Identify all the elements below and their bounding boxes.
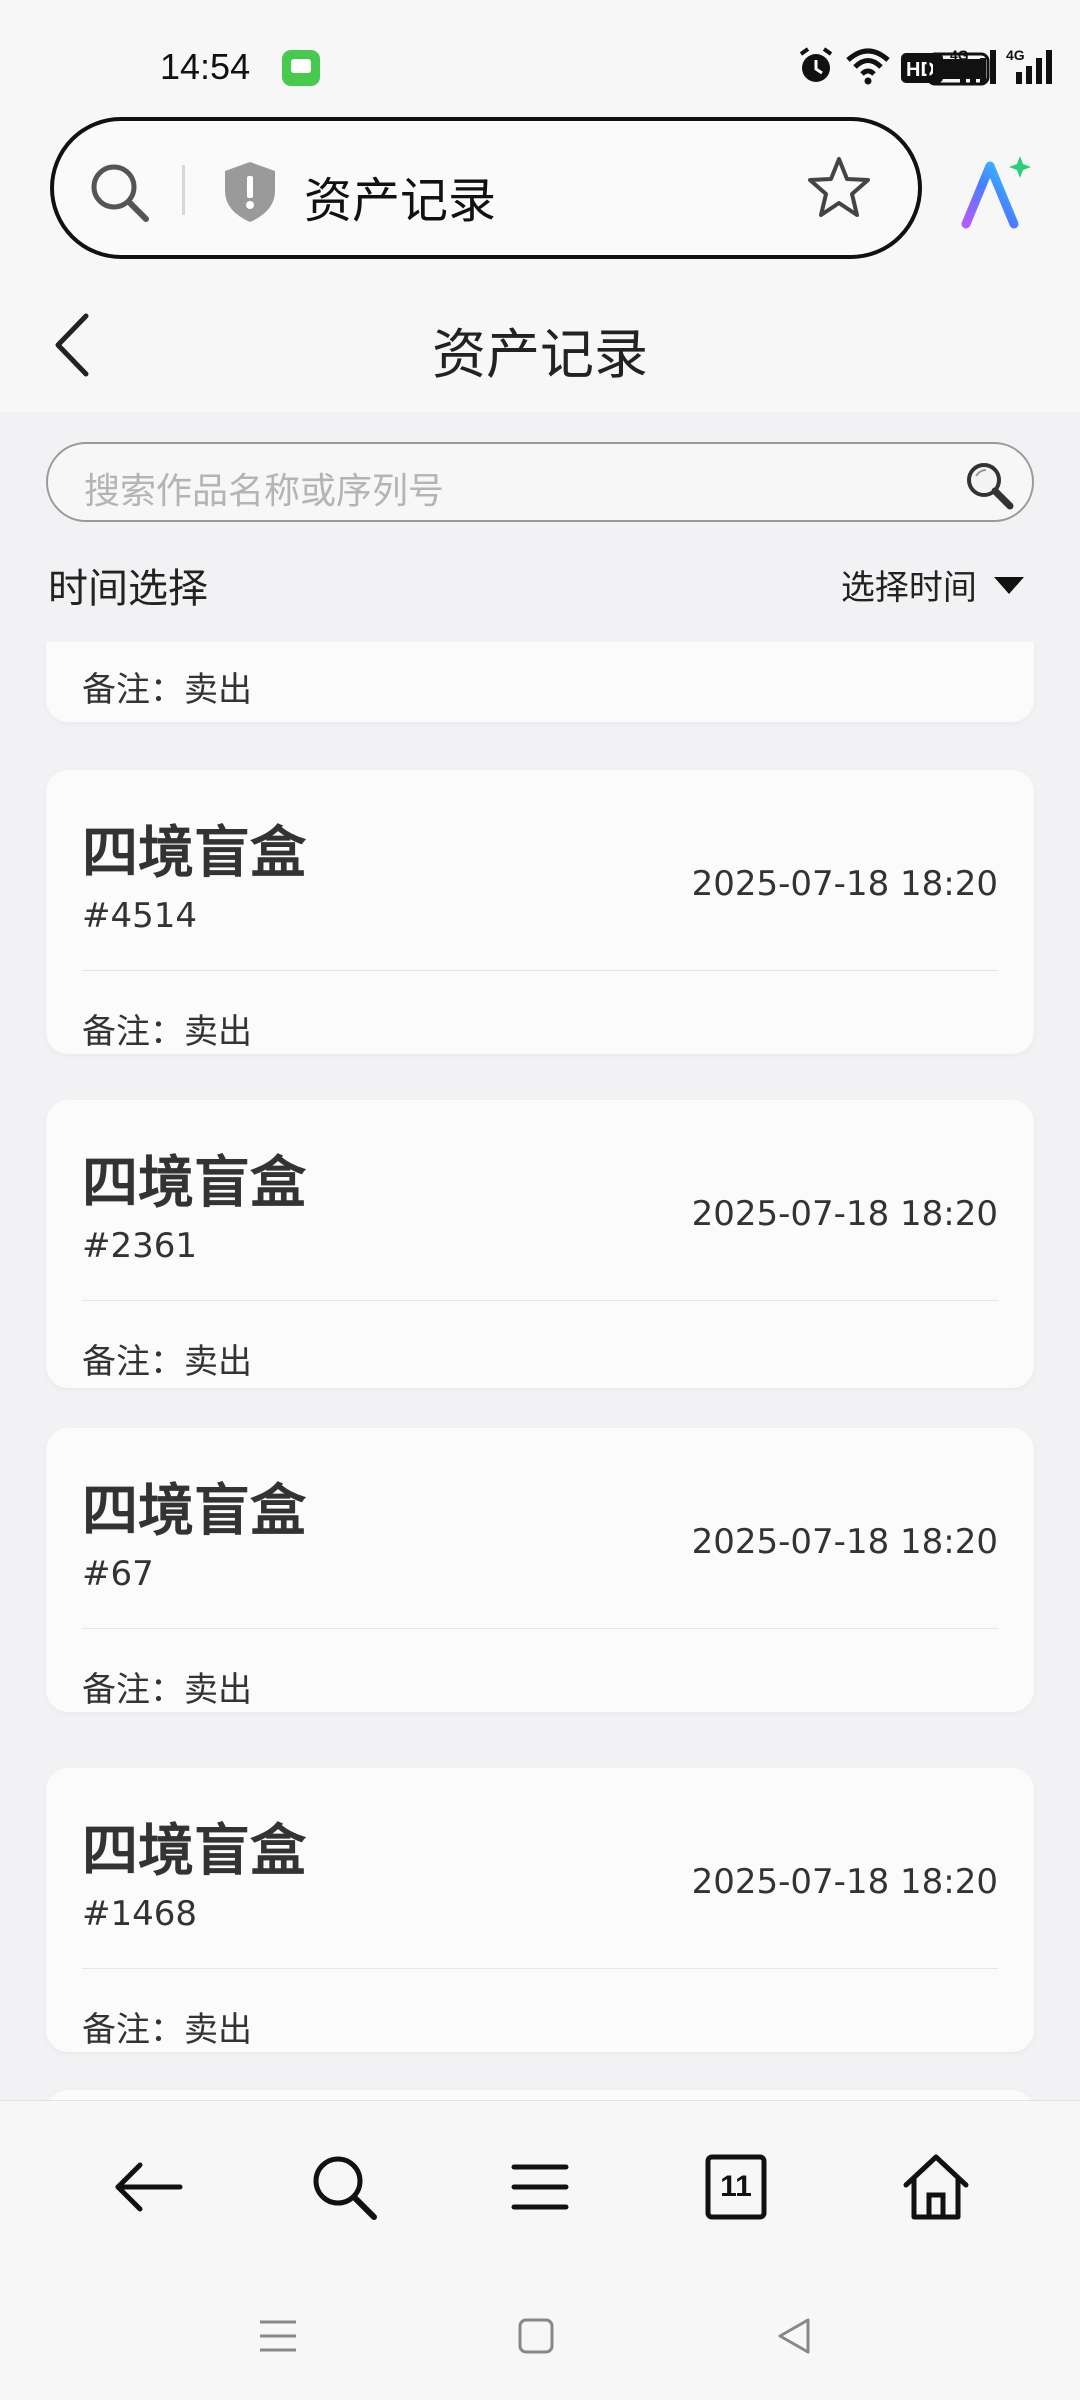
- record-note: 备注：卖出: [82, 1012, 252, 1052]
- record-note: 备注：卖出: [82, 1670, 252, 1710]
- record-name: 四境盲盒: [82, 821, 306, 886]
- battery-icon: [926, 52, 994, 86]
- bottom-toolbar: 11: [0, 2100, 1080, 2274]
- page-header: 资产记录: [0, 270, 1080, 412]
- card-divider: [82, 970, 998, 971]
- record-time: 2025-07-18 18:20: [691, 1194, 998, 1234]
- record-name: 四境盲盒: [82, 1479, 306, 1544]
- recents-menu-icon[interactable]: [254, 2312, 302, 2360]
- home-icon[interactable]: [898, 2149, 974, 2225]
- page-title: 资产记录: [432, 323, 648, 386]
- record-name: 四境盲盒: [82, 1151, 306, 1216]
- system-nav-bar: [0, 2274, 1080, 2400]
- tabs-count: 11: [720, 2170, 752, 2203]
- search-placeholder: 搜索作品名称或序列号: [84, 471, 445, 512]
- record-serial: #1468: [82, 1894, 198, 1934]
- record-note: 备注：卖出: [82, 1342, 252, 1382]
- url-divider: [182, 165, 185, 215]
- ai-assistant-icon[interactable]: [958, 154, 1034, 230]
- caret-down-icon: [994, 576, 1024, 594]
- menu-icon[interactable]: [502, 2149, 578, 2225]
- home-square-icon[interactable]: [512, 2312, 560, 2360]
- record-serial: #4514: [82, 896, 198, 936]
- url-title[interactable]: 资产记录: [304, 161, 496, 231]
- record-card[interactable]: 四境盲盒 #2361 2025-07-18 18:20 备注：卖出: [46, 1100, 1034, 1388]
- record-card[interactable]: 四境盲盒 #1468 2025-07-18 18:20 备注：卖出: [46, 1768, 1034, 2052]
- back-triangle-icon[interactable]: [770, 2312, 818, 2360]
- url-field[interactable]: 资产记录: [50, 117, 922, 259]
- tabs-button[interactable]: 11: [698, 2149, 774, 2225]
- search-input[interactable]: 搜索作品名称或序列号: [46, 442, 1034, 522]
- browser-address-bar: 资产记录: [0, 110, 1080, 270]
- record-list: 备注：卖出 四境盲盒 #4514 2025-07-18 18:20 备注：卖出 …: [0, 642, 1080, 2100]
- record-serial: #67: [82, 1554, 154, 1594]
- record-serial: #2361: [82, 1226, 198, 1266]
- record-time: 2025-07-18 18:20: [691, 864, 998, 904]
- record-time: 2025-07-18 18:20: [691, 1862, 998, 1902]
- status-icons: HD 4G 4G: [620, 46, 1080, 90]
- message-app-icon: [282, 50, 320, 86]
- star-icon[interactable]: [804, 153, 874, 223]
- record-card[interactable]: [46, 2090, 1034, 2100]
- signal-4g-icon: 4G: [1006, 47, 1052, 84]
- alarm-icon: [799, 47, 833, 82]
- back-arrow-icon[interactable]: [110, 2149, 186, 2225]
- wifi-icon: [846, 48, 890, 85]
- record-card[interactable]: 备注：卖出: [46, 642, 1034, 722]
- svg-text:4G: 4G: [1006, 47, 1025, 63]
- search-icon[interactable]: [84, 157, 154, 227]
- record-note: 备注：卖出: [82, 2010, 252, 2050]
- time-select-dropdown[interactable]: 选择时间: [841, 560, 1024, 608]
- card-divider: [82, 1628, 998, 1629]
- record-card[interactable]: 四境盲盒 #67 2025-07-18 18:20 备注：卖出: [46, 1428, 1034, 1712]
- shield-warning-icon[interactable]: [220, 159, 280, 225]
- time-select-text: 选择时间: [840, 568, 977, 608]
- card-divider: [82, 1968, 998, 1969]
- record-note: 备注：卖出: [82, 670, 252, 710]
- search-icon[interactable]: [962, 458, 1016, 512]
- record-time: 2025-07-18 18:20: [691, 1522, 998, 1562]
- record-name: 四境盲盒: [82, 1819, 306, 1884]
- search-icon[interactable]: [306, 2149, 382, 2225]
- card-divider: [82, 1300, 998, 1301]
- time-filter-label: 时间选择: [48, 566, 208, 612]
- record-card[interactable]: 四境盲盒 #4514 2025-07-18 18:20 备注：卖出: [46, 770, 1034, 1054]
- status-bar: 14:54 HD 4G 4G: [0, 0, 1080, 110]
- status-time: 14:54: [160, 46, 251, 87]
